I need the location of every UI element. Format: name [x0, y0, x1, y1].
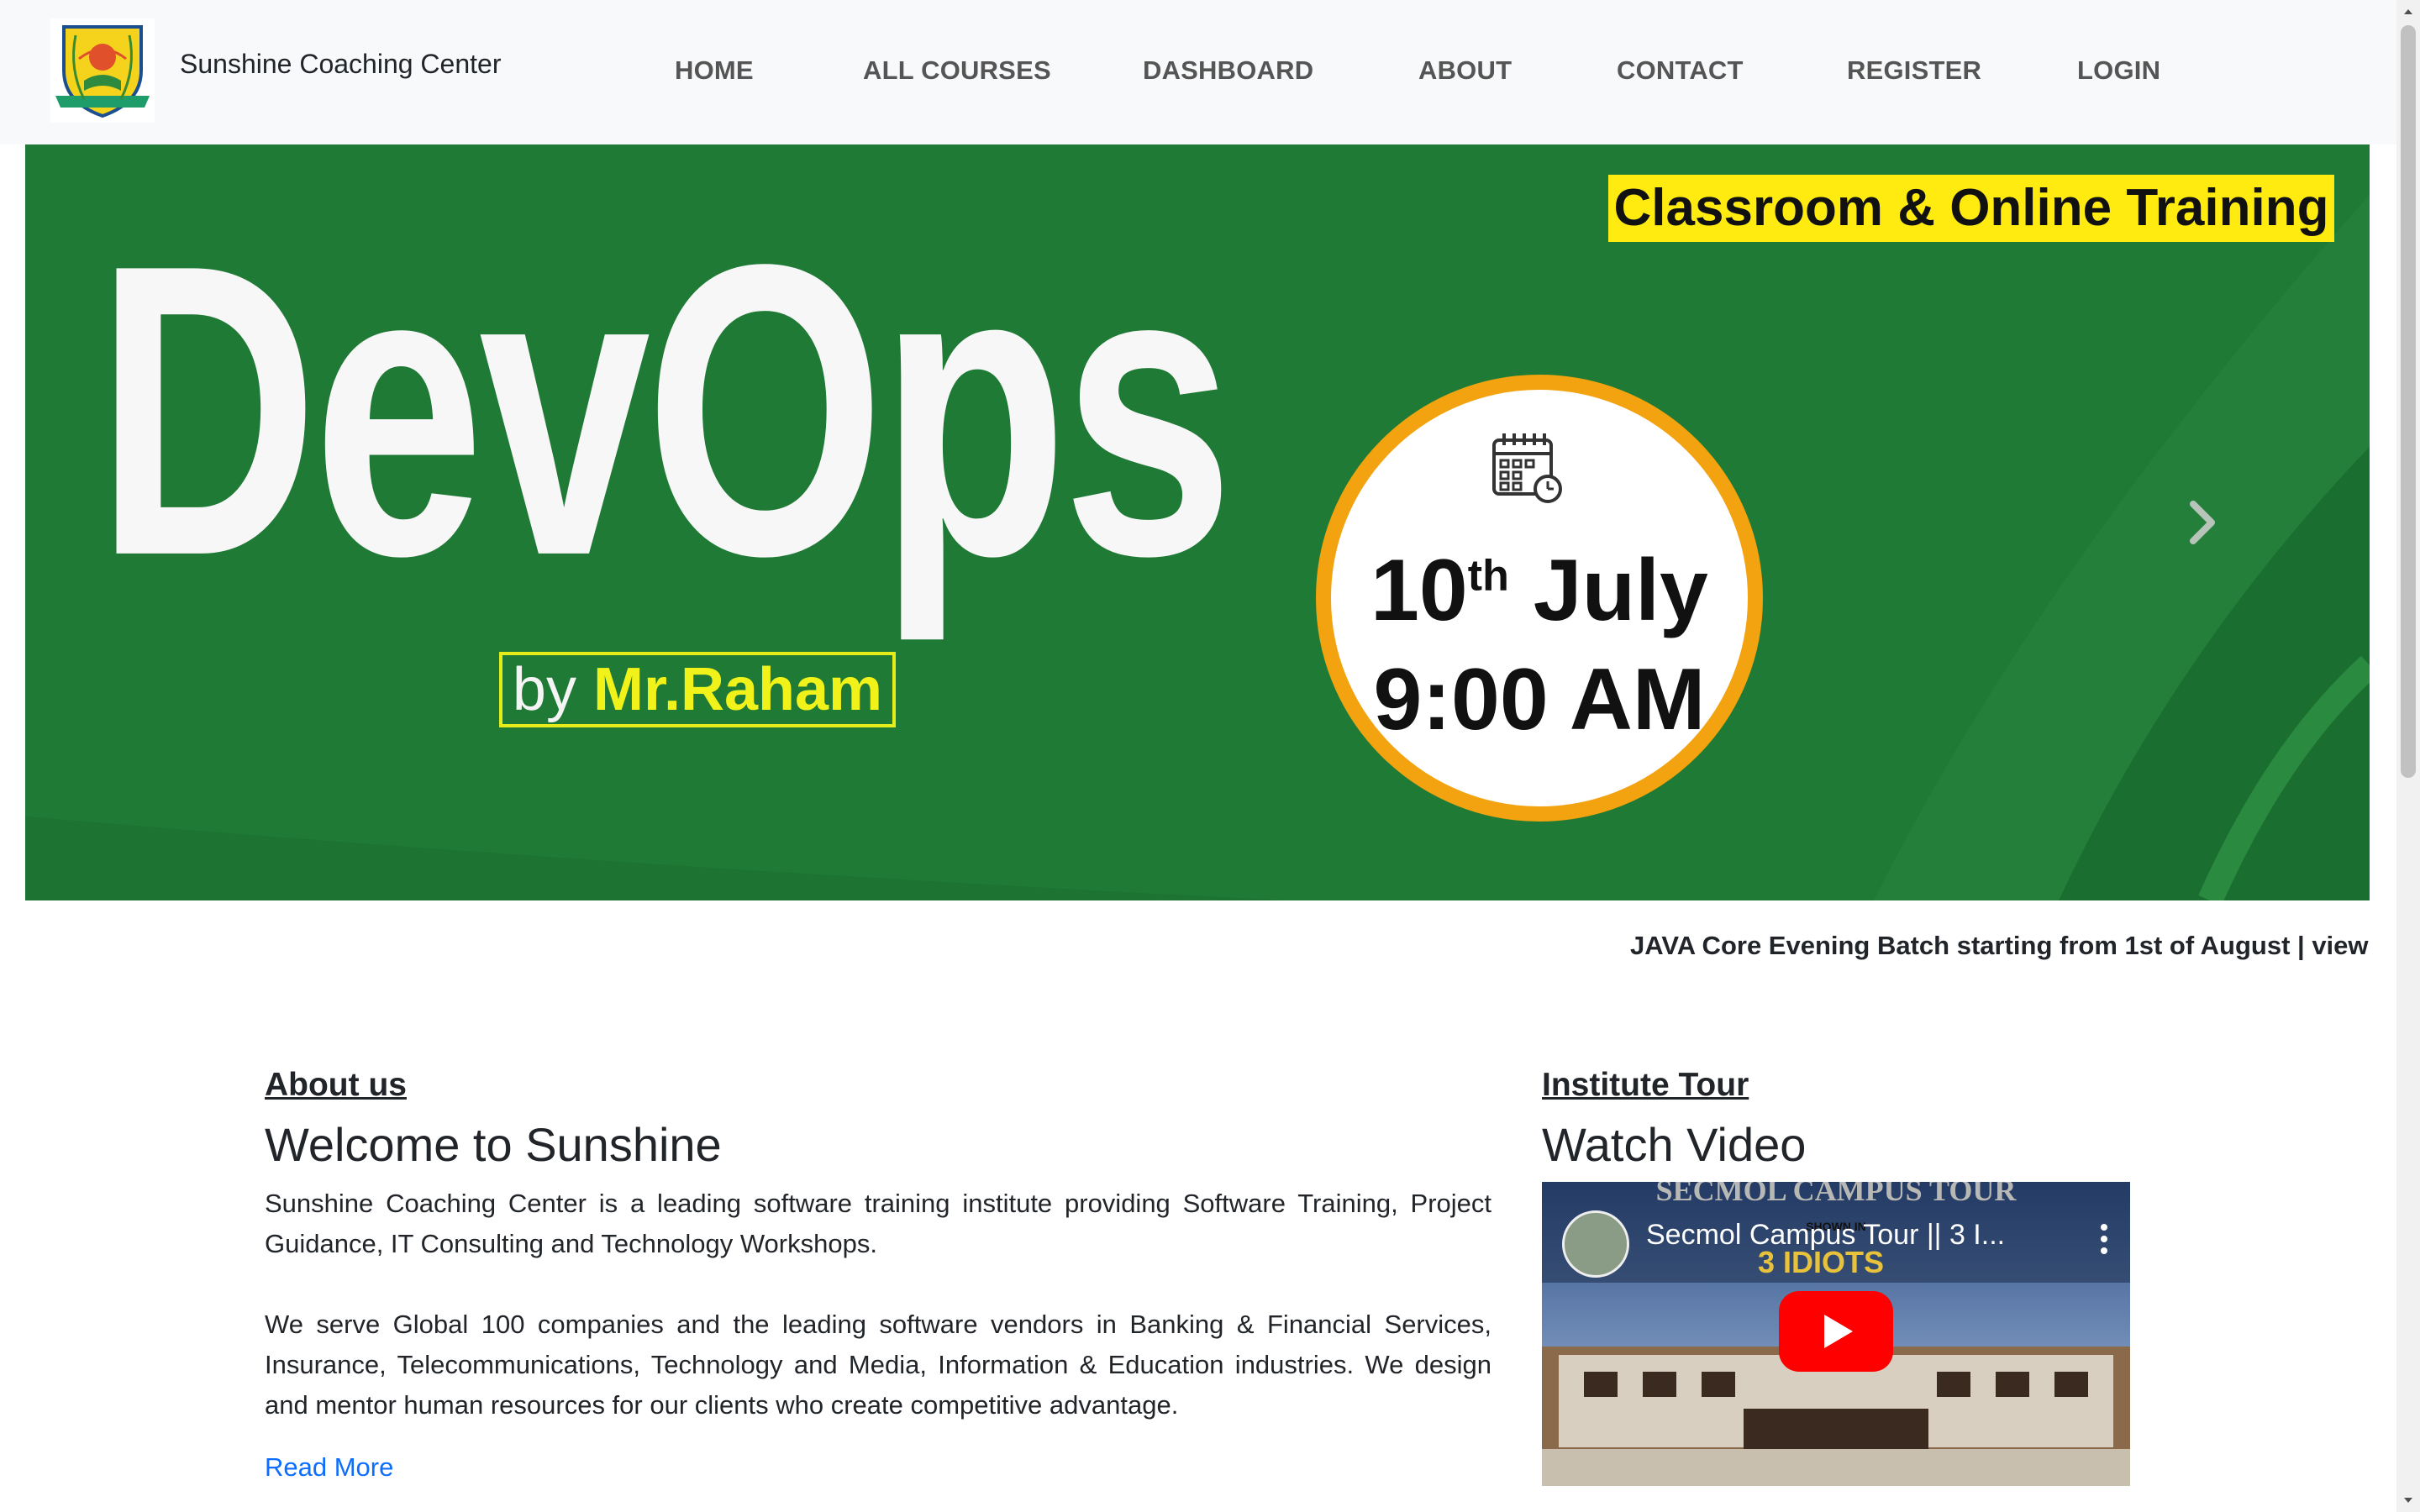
- video-title[interactable]: Secmol Campus Tour || 3 I...: [1646, 1219, 2005, 1252]
- scrollbar-thumb[interactable]: [2401, 25, 2416, 778]
- instructor-prefix: by: [512, 656, 576, 723]
- tour-title: Watch Video: [1542, 1118, 1807, 1171]
- announcement-text[interactable]: JAVA Core Evening Batch starting from 1s…: [1630, 931, 2370, 961]
- instructor-name: Mr.Raham: [592, 656, 883, 723]
- hero-carousel[interactable]: Classroom & Online Training DevOps by Mr…: [25, 144, 2370, 900]
- batch-date: 10th July: [1331, 541, 1748, 641]
- nav-home[interactable]: HOME: [675, 55, 754, 86]
- carousel-next-chevron-icon[interactable]: [2186, 497, 2220, 548]
- nav-register[interactable]: REGISTER: [1847, 55, 1981, 86]
- about-paragraph-2: We serve Global 100 companies and the le…: [265, 1310, 1491, 1420]
- school-logo[interactable]: [50, 18, 155, 123]
- nav-contact[interactable]: CONTACT: [1617, 55, 1744, 86]
- channel-avatar[interactable]: [1562, 1210, 1629, 1278]
- more-vert-icon[interactable]: [2100, 1222, 2108, 1256]
- batch-date-month: July: [1533, 542, 1708, 639]
- batch-date-circle: 10th July 9:00 AM: [1316, 375, 1763, 822]
- video-overlay-top: SECMOL CAMPUS TOUR: [1656, 1182, 2018, 1207]
- nav-dashboard[interactable]: DASHBOARD: [1143, 55, 1313, 86]
- tour-kicker: Institute Tour: [1542, 1067, 1749, 1103]
- brand-name[interactable]: Sunshine Coaching Center: [180, 49, 501, 80]
- calendar-clock-icon: [1492, 433, 1562, 503]
- youtube-video-embed[interactable]: SECMOL CAMPUS TOUR SHOWN IN 3 IDIOTS Sec…: [1542, 1182, 2130, 1486]
- about-section: About us Welcome to Sunshine Sunshine Co…: [265, 1067, 1491, 1483]
- about-kicker: About us: [265, 1067, 407, 1103]
- nav-login[interactable]: LOGIN: [2077, 55, 2160, 86]
- about-title: Welcome to Sunshine: [265, 1118, 722, 1171]
- navbar: Sunshine Coaching Center HOME ALL COURSE…: [0, 0, 2396, 144]
- announcement-marquee[interactable]: JAVA Core Evening Batch starting from 1s…: [25, 931, 2370, 968]
- scroll-down-arrow-icon[interactable]: [2402, 1494, 2415, 1507]
- youtube-play-icon[interactable]: [1779, 1291, 1893, 1372]
- course-title: DevOps: [96, 178, 1234, 642]
- batch-date-suffix: th: [1467, 551, 1509, 601]
- about-paragraph-1: Sunshine Coaching Center is a leading so…: [265, 1189, 1491, 1258]
- read-more-link[interactable]: Read More: [265, 1452, 393, 1482]
- nav-all-courses[interactable]: ALL COURSES: [863, 55, 1051, 86]
- scroll-up-arrow-icon[interactable]: [2402, 5, 2415, 18]
- nav-about[interactable]: ABOUT: [1418, 55, 1512, 86]
- batch-date-day: 10: [1370, 542, 1468, 639]
- batch-time: 9:00 AM: [1373, 651, 1706, 748]
- training-mode-tag: Classroom & Online Training: [1608, 175, 2334, 242]
- tour-section: Institute Tour Watch Video SECMOL CAMPUS…: [1542, 1067, 2130, 1486]
- page: Sunshine Coaching Center HOME ALL COURSE…: [0, 0, 2396, 1512]
- instructor-box: by Mr.Raham: [499, 652, 896, 727]
